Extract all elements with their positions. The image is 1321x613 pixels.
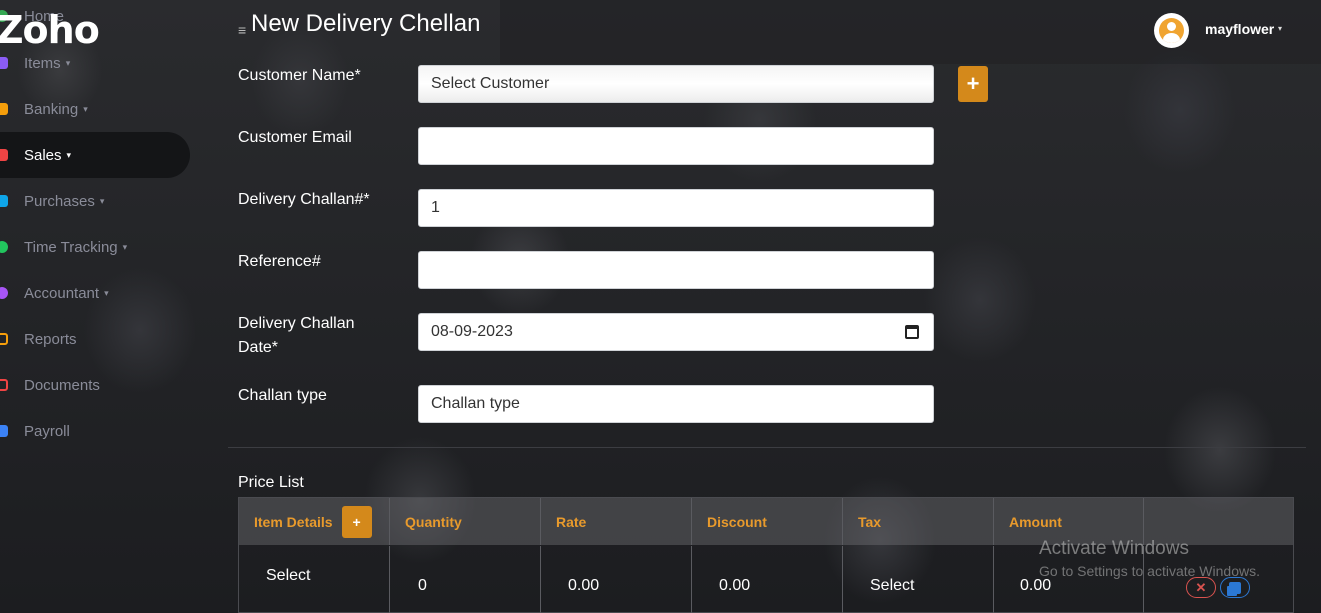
rate-field[interactable]: 0.00: [541, 546, 692, 613]
chevron-down-icon: ▾: [83, 103, 88, 114]
customer-email-label: Customer Email: [238, 129, 352, 146]
challan-date-label-line1: Delivery Challan: [238, 315, 355, 332]
sidebar-item-items[interactable]: Items ▾: [0, 40, 190, 86]
sidebar-item-sales[interactable]: Sales ▾: [0, 132, 190, 178]
tax-select[interactable]: Select: [843, 546, 994, 613]
customer-select[interactable]: Select Customer: [418, 65, 934, 103]
chevron-down-icon: ▾: [104, 287, 109, 298]
customer-email-field[interactable]: [418, 127, 934, 165]
sidebar-item-banking[interactable]: Banking ▾: [0, 86, 190, 132]
user-menu[interactable]: mayflower: [1205, 21, 1274, 37]
close-icon: ✕: [1195, 579, 1207, 595]
sidebar-item-label: Sales: [24, 146, 62, 164]
challan-number-label: Delivery Challan#*: [238, 191, 370, 208]
sidebar-item-label: Documents: [24, 376, 100, 394]
challan-type-label: Challan type: [238, 387, 327, 404]
sidebar: Home Zoho Items ▾ Banking ▾ Sales ▾ Purc…: [0, 0, 200, 613]
page-title: New Delivery Chellan: [251, 10, 481, 37]
user-icon: [0, 287, 8, 299]
sidebar-item-label: Accountant: [24, 284, 100, 302]
sidebar-item-label: Payroll: [24, 422, 70, 440]
folder-icon: [0, 379, 8, 391]
challan-type-value: Challan type: [431, 395, 520, 412]
remove-row-button[interactable]: ✕: [1186, 577, 1216, 598]
challan-type-field[interactable]: Challan type: [418, 385, 934, 423]
quantity-field[interactable]: 0: [390, 546, 541, 613]
copy-row-button[interactable]: [1220, 577, 1250, 598]
add-item-button[interactable]: +: [341, 505, 372, 538]
sidebar-item-purchases[interactable]: Purchases ▾: [0, 178, 190, 224]
add-customer-button[interactable]: +: [958, 66, 988, 102]
activate-windows-title: Activate Windows: [1039, 538, 1189, 559]
bank-icon: [0, 103, 8, 115]
customer-name-label: Customer Name*: [238, 67, 361, 84]
sidebar-item-label: Time Tracking: [24, 238, 118, 256]
calendar-icon[interactable]: [905, 325, 919, 339]
discount-field[interactable]: 0.00: [692, 546, 843, 613]
sidebar-item-documents[interactable]: Documents: [0, 362, 190, 408]
avatar[interactable]: [1154, 13, 1189, 48]
challan-date-value: 08-09-2023: [431, 323, 513, 340]
sidebar-item-accountant[interactable]: Accountant ▾: [0, 270, 190, 316]
sidebar-item-reports[interactable]: Reports: [0, 316, 190, 362]
clock-icon: [0, 241, 8, 253]
customer-select-value: Select Customer: [431, 75, 550, 92]
column-header-discount: Discount: [692, 498, 843, 545]
sidebar-item-label: Reports: [24, 330, 77, 348]
copy-icon: [1229, 581, 1241, 594]
chevron-down-icon[interactable]: ▾: [1278, 24, 1282, 33]
sidebar-item-payroll[interactable]: Payroll: [0, 408, 190, 454]
reference-label: Reference#: [238, 253, 321, 270]
challan-number-field[interactable]: 1: [418, 189, 934, 227]
menu-toggle-icon[interactable]: ≡: [238, 22, 246, 38]
price-list-title: Price List: [238, 474, 304, 491]
sidebar-item-label: Banking: [24, 100, 79, 118]
column-header-rate: Rate: [541, 498, 692, 545]
column-header-item-details: Item Details +: [239, 498, 390, 545]
chevron-down-icon: ▾: [122, 241, 128, 252]
column-header-tax: Tax: [843, 498, 994, 545]
payroll-icon: [0, 425, 8, 437]
sales-icon: [0, 149, 8, 161]
challan-number-value: 1: [431, 199, 440, 216]
sidebar-item-label: Purchases: [24, 192, 95, 210]
divider: [228, 447, 1306, 448]
sidebar-item-time-tracking[interactable]: Time Tracking ▾: [0, 224, 190, 270]
chevron-down-icon: ▾: [65, 57, 71, 68]
user-avatar-icon: [1159, 18, 1184, 43]
topbar: [500, 0, 1321, 64]
chevron-down-icon: ▾: [66, 149, 72, 160]
challan-date-label-line2: Date*: [238, 339, 279, 356]
chevron-down-icon: ▾: [99, 195, 105, 206]
column-header-quantity: Quantity: [390, 498, 541, 545]
calendar-icon: [0, 333, 8, 345]
item-select[interactable]: Select: [239, 546, 390, 613]
items-icon: [0, 57, 8, 69]
reference-field[interactable]: [418, 251, 934, 289]
challan-date-field[interactable]: 08-09-2023: [418, 313, 934, 351]
challan-date-label: Delivery Challan Date*: [238, 312, 355, 360]
sidebar-item-label: Items: [24, 54, 61, 72]
cart-icon: [0, 195, 8, 207]
